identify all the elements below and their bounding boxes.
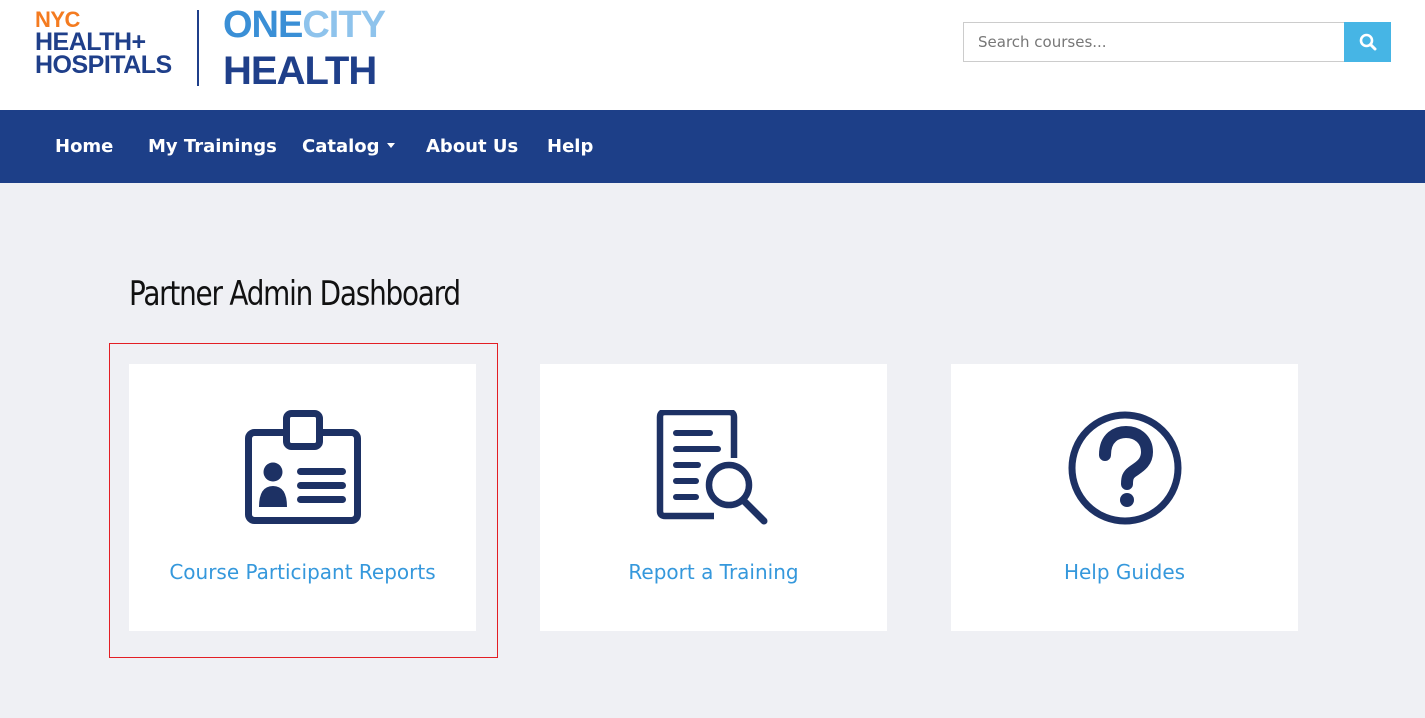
logo-text-hospitals: HOSPITALS — [35, 51, 172, 79]
one-city-health-logo[interactable]: ONECITY HEALTH — [223, 4, 386, 93]
site-header: NYC HEALTH+ HOSPITALS ONECITY HEALTH — [0, 0, 1425, 110]
logo-text-och-health: HEALTH — [223, 49, 377, 93]
logo-text-city: CITY — [302, 4, 386, 46]
caret-down-icon — [386, 142, 395, 148]
question-circle-icon — [1068, 411, 1181, 525]
card-help-guides[interactable]: Help Guides — [951, 364, 1298, 631]
logo-divider — [197, 10, 199, 86]
card-label: Report a Training — [628, 560, 799, 584]
search-box — [963, 22, 1391, 62]
nav-about-us[interactable]: About Us — [426, 110, 518, 183]
card-label: Course Participant Reports — [169, 560, 436, 584]
nyc-health-hospitals-logo[interactable]: NYC HEALTH+ HOSPITALS — [35, 8, 172, 79]
search-icon — [1359, 33, 1376, 51]
search-input[interactable] — [963, 22, 1345, 62]
main-nav: Home My Trainings Catalog About Us Help — [0, 110, 1425, 183]
nav-catalog-label: Catalog — [302, 136, 380, 157]
card-course-participant-reports[interactable]: Course Participant Reports — [129, 364, 476, 631]
nav-home-label: Home — [55, 136, 114, 157]
card-label: Help Guides — [1063, 560, 1186, 584]
nav-catalog[interactable]: Catalog — [302, 110, 395, 183]
search-button[interactable] — [1344, 22, 1391, 62]
nav-my-trainings-label: My Trainings — [148, 136, 277, 157]
nav-about-us-label: About Us — [426, 136, 519, 157]
nav-help[interactable]: Help — [547, 110, 593, 183]
logo-text-one: ONE — [223, 4, 303, 46]
card-report-a-training[interactable]: Report a Training — [540, 364, 887, 631]
nav-help-label: Help — [547, 136, 594, 157]
document-search-icon — [656, 410, 767, 525]
page-title: Partner Admin Dashboard — [129, 274, 461, 314]
nav-my-trainings[interactable]: My Trainings — [148, 110, 277, 183]
id-badge-icon — [244, 410, 361, 524]
nav-home[interactable]: Home — [55, 110, 113, 183]
